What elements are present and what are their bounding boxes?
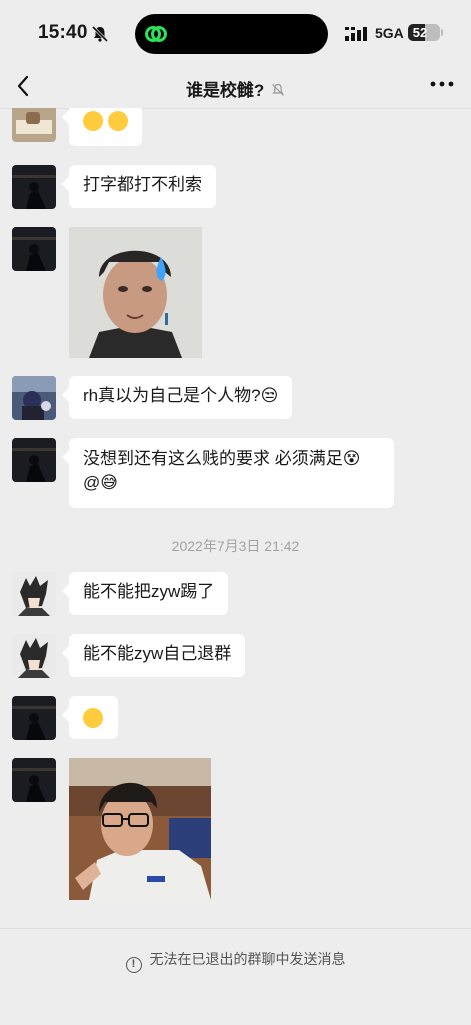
avatar[interactable] bbox=[12, 634, 56, 678]
eye-roll-face-icon bbox=[83, 708, 103, 728]
battery-icon: 52 bbox=[408, 24, 440, 41]
chat-title-text: 谁是校雠? bbox=[185, 81, 265, 100]
avatar[interactable] bbox=[12, 572, 56, 616]
message-bubble[interactable] bbox=[69, 108, 142, 146]
selfie-photo-sticker[interactable] bbox=[69, 758, 211, 900]
signal-icon bbox=[345, 27, 367, 41]
thinking-face-icon bbox=[107, 111, 128, 131]
avatar[interactable] bbox=[12, 376, 56, 420]
avatar[interactable] bbox=[12, 758, 56, 802]
battery-percent: 52 bbox=[412, 25, 428, 40]
info-warning-icon: ! bbox=[125, 957, 142, 973]
avatar[interactable] bbox=[12, 108, 56, 142]
meme-face-sticker[interactable] bbox=[69, 227, 202, 358]
avatar[interactable] bbox=[12, 438, 56, 482]
exited-group-notice: ! 无法在已退出的群聊中发送消息 bbox=[0, 949, 471, 973]
message-bubble[interactable]: 能不能zyw自己退群 bbox=[69, 634, 246, 677]
dynamic-island bbox=[135, 14, 328, 54]
chat-header: 谁是校雠? bbox=[0, 66, 471, 109]
status-bar: 15:40 5GA 52 bbox=[0, 0, 471, 66]
network-type: 5GA bbox=[375, 25, 404, 41]
avatar[interactable] bbox=[12, 227, 56, 271]
more-options-icon[interactable] bbox=[430, 80, 454, 88]
battery-cap bbox=[441, 29, 443, 36]
avatar[interactable] bbox=[12, 696, 56, 740]
message-bubble[interactable]: 能不能把zyw踢了 bbox=[69, 572, 229, 615]
message-bubble[interactable]: 打字都打不利索 bbox=[69, 165, 216, 208]
app-link-icon bbox=[145, 26, 167, 42]
chat-title: 谁是校雠? bbox=[0, 76, 471, 101]
status-time: 15:40 bbox=[38, 22, 88, 43]
avatar[interactable] bbox=[12, 165, 56, 209]
message-text: rh真以为自己是个人物?😒 bbox=[83, 386, 279, 405]
mute-icon bbox=[272, 83, 284, 96]
message-text: 没想到还有这么贱的要求 必须满足😵 bbox=[83, 449, 361, 468]
chat-footer: ! 无法在已退出的群聊中发送消息 bbox=[0, 928, 471, 1025]
message-bubble[interactable] bbox=[69, 696, 118, 739]
message-timestamp: 2022年7月3日 21:42 bbox=[171, 538, 300, 554]
thinking-face-icon bbox=[83, 111, 103, 131]
bell-muted-icon bbox=[91, 25, 109, 43]
message-list[interactable]: 打字都打不利索 rh真以为自己是个人物?😒 没想到还有这么贱的要求 必须满足😵 … bbox=[0, 108, 471, 928]
notice-text: 无法在已退出的群聊中发送消息 bbox=[149, 951, 346, 967]
message-text-line2: @😅 bbox=[83, 473, 118, 492]
message-bubble[interactable]: rh真以为自己是个人物?😒 bbox=[69, 376, 293, 419]
message-bubble[interactable]: 没想到还有这么贱的要求 必须满足😵 @😅 bbox=[69, 438, 394, 508]
